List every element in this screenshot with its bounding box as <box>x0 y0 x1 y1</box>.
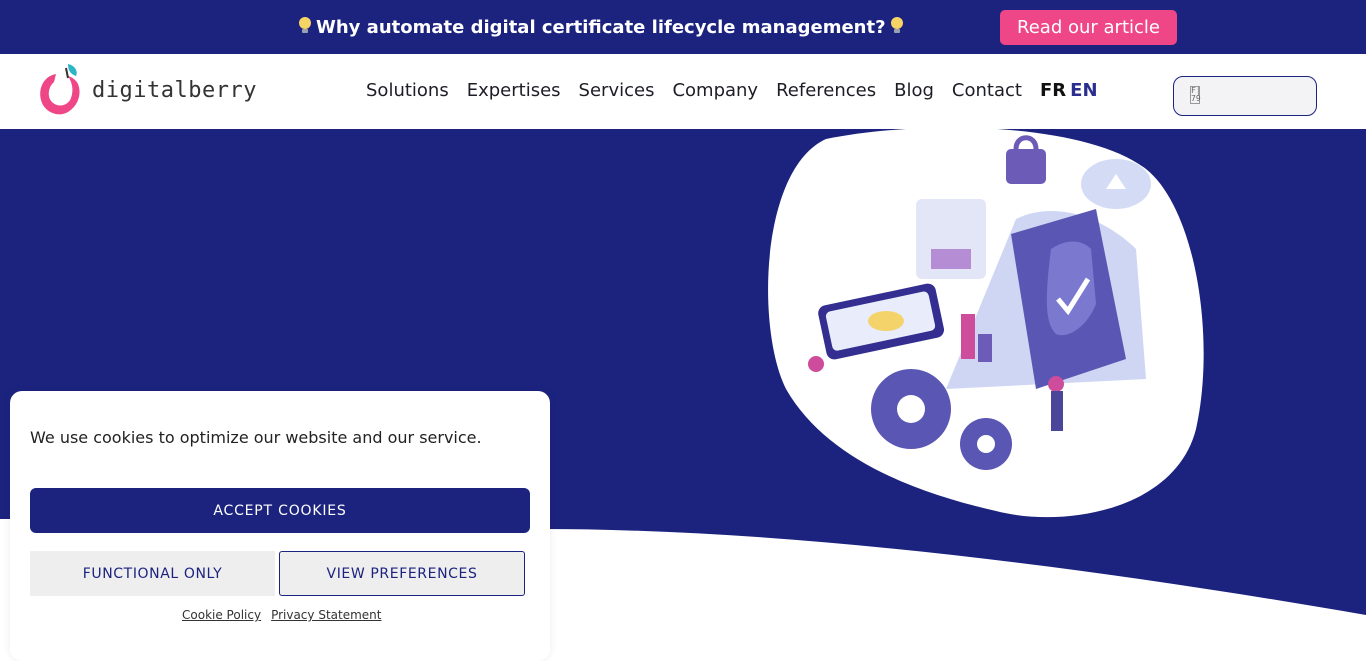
privacy-statement-link[interactable]: Privacy Statement <box>271 608 381 622</box>
main-nav: Solutions Expertises Services Company Re… <box>366 80 1022 101</box>
lightbulb-icon <box>890 16 904 38</box>
cookie-links: Cookie Policy Privacy Statement <box>182 608 381 622</box>
nav-expertises[interactable]: Expertises <box>467 80 561 101</box>
lang-en[interactable]: EN <box>1070 80 1097 101</box>
nav-blog[interactable]: Blog <box>894 80 934 101</box>
main-header: digitalberry Solutions Expertises Servic… <box>0 54 1366 129</box>
functional-only-button[interactable]: FUNCTIONAL ONLY <box>30 551 275 596</box>
accept-cookies-button[interactable]: ACCEPT COOKIES <box>30 488 530 533</box>
language-switcher: FR EN <box>1040 80 1098 101</box>
announcement-message: Why automate digital certificate lifecyc… <box>294 14 908 40</box>
announcement-text: Why automate digital certificate lifecyc… <box>316 16 886 38</box>
cookie-policy-link[interactable]: Cookie Policy <box>182 608 261 622</box>
search-input[interactable]: F| 79 <box>1173 76 1317 116</box>
read-article-button[interactable]: Read our article <box>1000 10 1177 45</box>
nav-services[interactable]: Services <box>579 80 655 101</box>
cookie-message: We use cookies to optimize our website a… <box>30 428 482 447</box>
search-icon: F| 79 <box>1190 86 1201 104</box>
lightbulb-icon <box>298 16 312 38</box>
digitalberry-logo[interactable]: digitalberry <box>38 60 256 120</box>
cookie-banner: We use cookies to optimize our website a… <box>10 391 550 661</box>
security-illustration <box>768 129 1204 518</box>
nav-contact[interactable]: Contact <box>952 80 1022 101</box>
nav-solutions[interactable]: Solutions <box>366 80 449 101</box>
nav-company[interactable]: Company <box>672 80 758 101</box>
nav-references[interactable]: References <box>776 80 876 101</box>
view-preferences-button[interactable]: VIEW PREFERENCES <box>279 551 525 596</box>
lang-fr[interactable]: FR <box>1040 80 1066 101</box>
berry-logo-icon <box>38 60 88 120</box>
logo-text: digitalberry <box>92 77 257 103</box>
announcement-bar: Why automate digital certificate lifecyc… <box>0 0 1366 54</box>
